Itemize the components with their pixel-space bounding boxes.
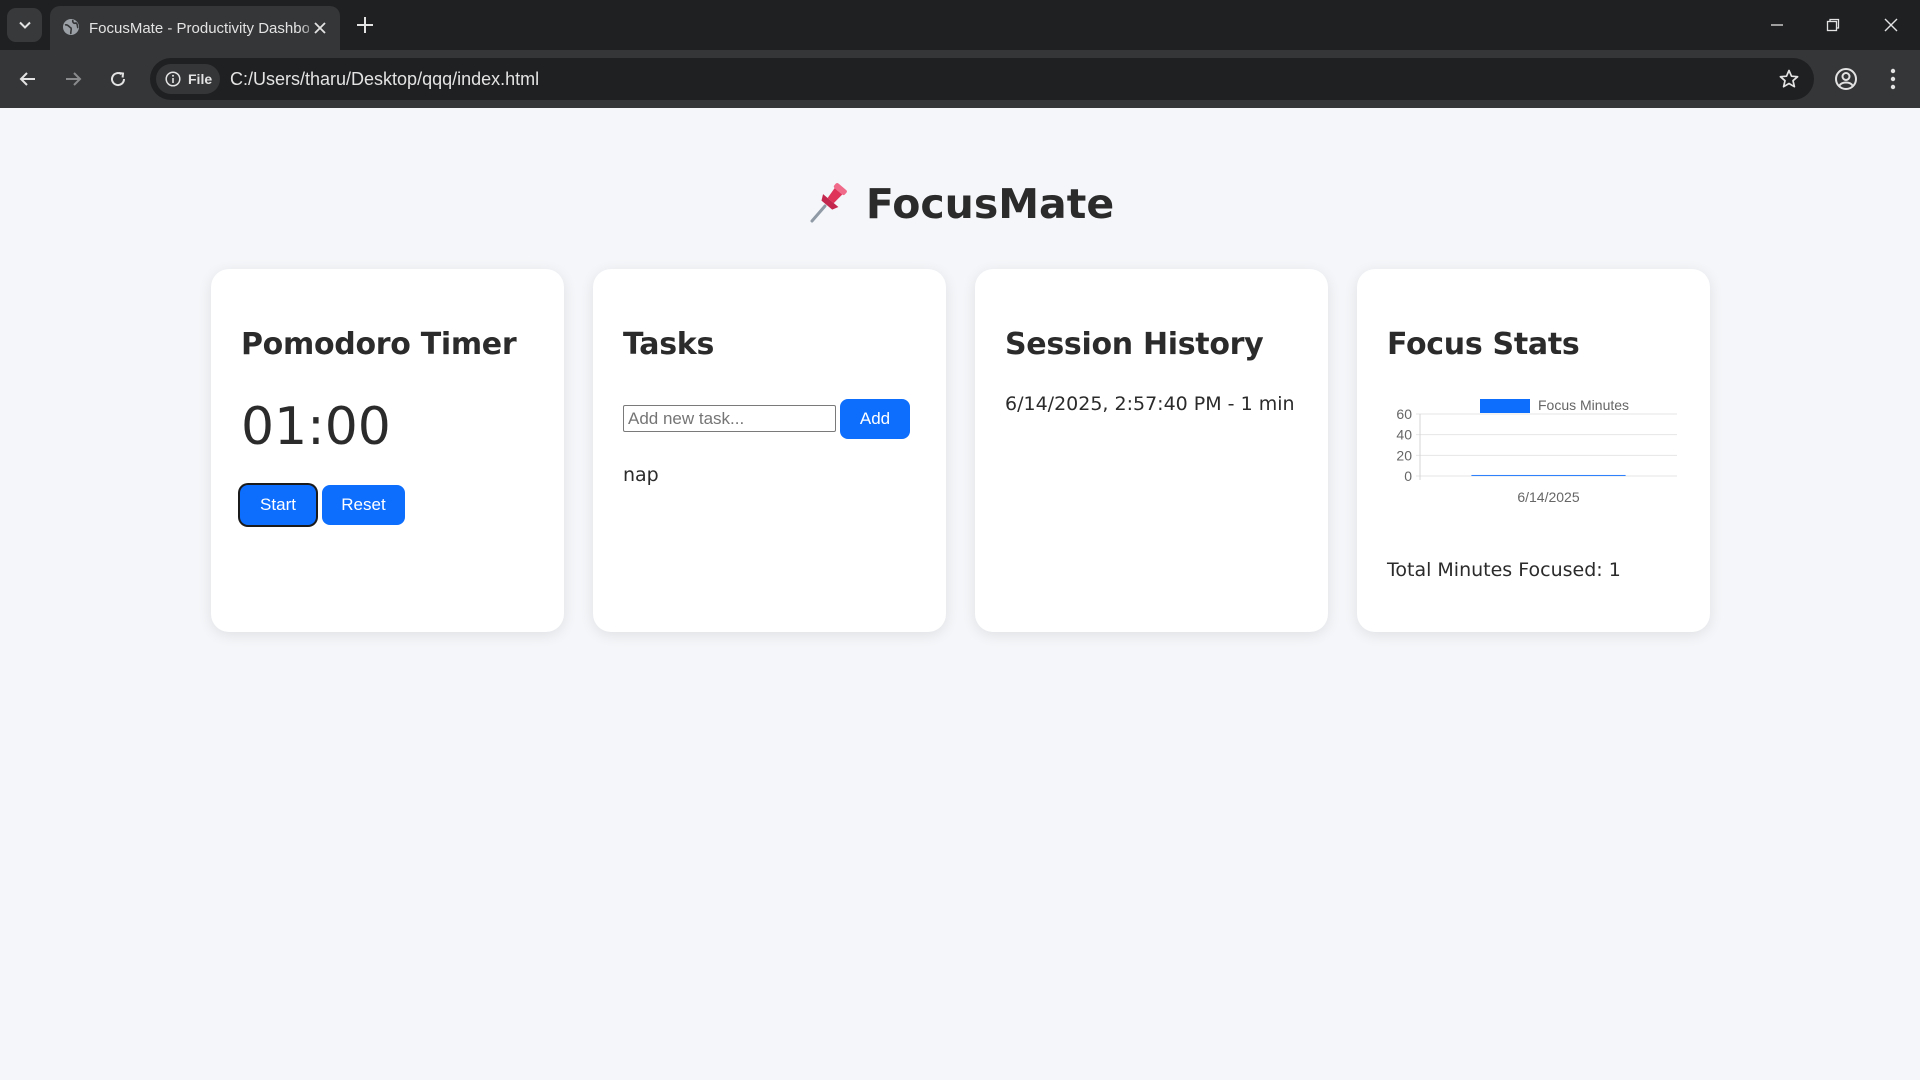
- legend-swatch: [1480, 399, 1530, 413]
- pomodoro-heading: Pomodoro Timer: [241, 327, 517, 362]
- reload-icon: [111, 72, 126, 87]
- site-info-chip[interactable]: File: [156, 64, 220, 94]
- arrow-right-icon: [66, 72, 82, 86]
- tab-title: FocusMate - Productivity Dashboard: [89, 20, 309, 37]
- globe-icon: [63, 19, 79, 35]
- start-button[interactable]: Start: [240, 485, 316, 525]
- y-tick-label: 40: [1396, 427, 1412, 443]
- page-content: FocusMate Pomodoro Timer 01:00 Start Res…: [0, 108, 1920, 1078]
- profile-icon[interactable]: [1832, 65, 1860, 93]
- minimize-icon: [1771, 24, 1783, 26]
- restore-button[interactable]: [1820, 12, 1846, 38]
- x-tick-label: 6/14/2025: [1517, 489, 1579, 505]
- browser-tab-active[interactable]: FocusMate - Productivity Dashboard: [50, 6, 340, 50]
- address-bar[interactable]: File C:/Users/tharu/Desktop/qqq/index.ht…: [150, 58, 1814, 100]
- site-chip-label: File: [188, 71, 213, 87]
- close-window-button[interactable]: [1878, 12, 1904, 38]
- url-text: C:/Users/tharu/Desktop/qqq/index.html: [230, 69, 540, 89]
- reset-button[interactable]: Reset: [322, 485, 405, 525]
- info-icon: [165, 71, 181, 87]
- arrow-left-icon: [19, 72, 35, 86]
- app-title: FocusMate: [0, 180, 1920, 229]
- session-entry: 6/14/2025, 2:57:40 PM - 1 min: [1005, 393, 1295, 415]
- focus-stats-card: Focus Stats Focus Minutes 0 20 40 60 6/14/202…: [1357, 269, 1710, 632]
- back-button[interactable]: [13, 64, 43, 94]
- add-task-button[interactable]: Add: [840, 399, 910, 439]
- focus-stats-heading: Focus Stats: [1387, 327, 1580, 362]
- session-history-heading: Session History: [1005, 327, 1264, 362]
- close-tab-icon[interactable]: [312, 20, 328, 36]
- minimize-button[interactable]: [1764, 12, 1790, 38]
- restore-icon: [1826, 18, 1840, 32]
- browser-tabstrip: FocusMate - Productivity Dashboard: [0, 0, 1920, 50]
- tab-search-button[interactable]: [7, 8, 42, 42]
- task-item: nap: [623, 464, 659, 486]
- close-icon: [1884, 18, 1898, 32]
- app-title-text: FocusMate: [865, 180, 1115, 228]
- bar: [1471, 474, 1626, 476]
- y-tick-label: 0: [1404, 468, 1412, 484]
- pomodoro-card: Pomodoro Timer 01:00 Start Reset: [211, 269, 564, 632]
- reload-button[interactable]: [103, 64, 133, 94]
- timer-display: 01:00: [241, 397, 391, 457]
- chevron-down-icon: [18, 21, 31, 29]
- tasks-card: Tasks Add nap: [593, 269, 946, 632]
- browser-toolbar: File C:/Users/tharu/Desktop/qqq/index.ht…: [0, 50, 1920, 108]
- pushpin-icon: [810, 183, 847, 223]
- forward-button[interactable]: [58, 64, 88, 94]
- new-task-input[interactable]: [623, 405, 836, 432]
- star-bookmark-icon[interactable]: [1778, 68, 1800, 90]
- new-tab-icon[interactable]: [354, 14, 376, 36]
- legend-label: Focus Minutes: [1538, 397, 1629, 413]
- focus-chart: Focus Minutes 0 20 40 60 6/14/2025: [1396, 397, 1677, 505]
- y-tick-label: 60: [1396, 406, 1412, 422]
- y-tick-label: 20: [1396, 447, 1412, 463]
- total-minutes-text: Total Minutes Focused: 1: [1387, 559, 1621, 581]
- tasks-heading: Tasks: [623, 327, 715, 362]
- session-history-card: Session History 6/14/2025, 2:57:40 PM - …: [975, 269, 1328, 632]
- more-menu-icon[interactable]: [1882, 65, 1904, 93]
